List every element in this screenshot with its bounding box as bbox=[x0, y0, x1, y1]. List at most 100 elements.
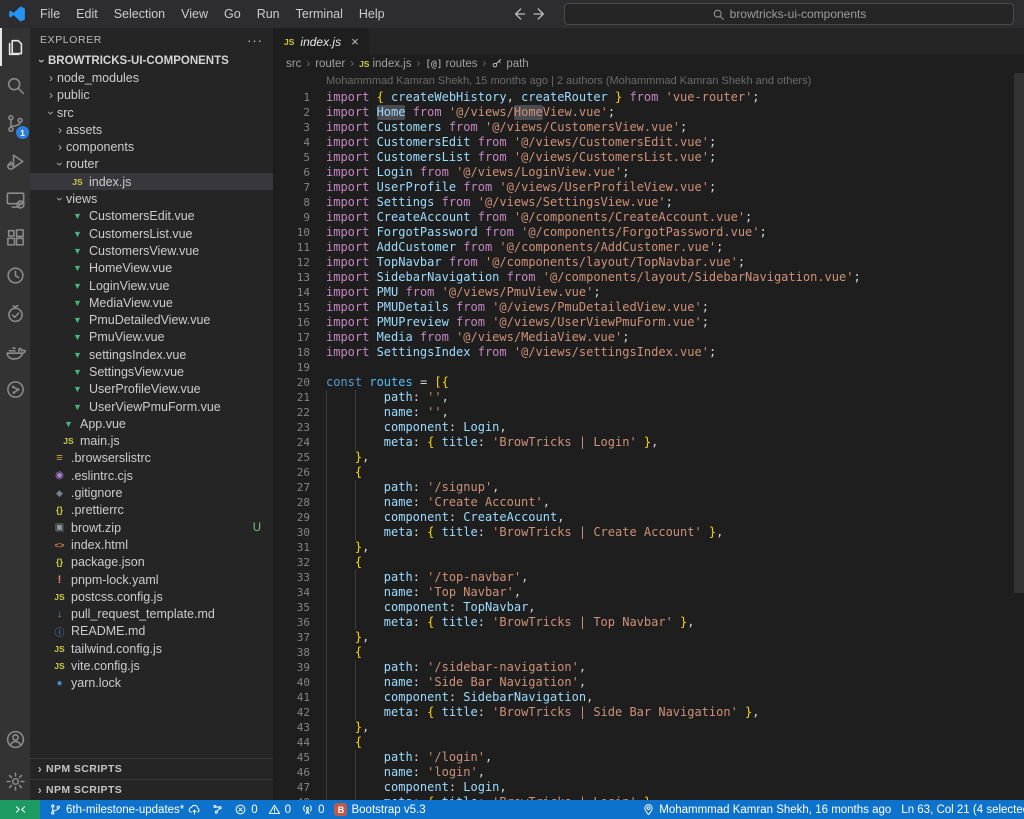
menu-terminal[interactable]: Terminal bbox=[288, 0, 351, 28]
code-line[interactable]: 44{ bbox=[274, 735, 1024, 750]
editor-scrollbar[interactable] bbox=[1014, 73, 1024, 593]
tree-item-pmudetailedview-vue[interactable]: ▼PmuDetailedView.vue bbox=[30, 311, 273, 328]
tree-item-public[interactable]: ›public bbox=[30, 87, 273, 104]
tree-item-customersview-vue[interactable]: ▼CustomersView.vue bbox=[30, 242, 273, 259]
tree-item--gitignore[interactable]: ◆.gitignore bbox=[30, 484, 273, 501]
problems-warnings[interactable]: 0 bbox=[263, 800, 296, 819]
line-number[interactable]: 39 bbox=[274, 660, 310, 675]
code-line[interactable]: 20const routes = [{ bbox=[274, 375, 1024, 390]
code-line[interactable]: 26{ bbox=[274, 465, 1024, 480]
code-line[interactable]: 24meta: { title: 'BrowTricks | Login' }, bbox=[274, 435, 1024, 450]
activitybar-accounts[interactable] bbox=[0, 720, 30, 758]
tree-item-src[interactable]: ›src bbox=[30, 104, 273, 121]
code-line[interactable]: 43}, bbox=[274, 720, 1024, 735]
line-number[interactable]: 30 bbox=[274, 525, 310, 540]
git-graph-status[interactable] bbox=[206, 800, 229, 819]
tree-item-package-json[interactable]: {}package.json bbox=[30, 554, 273, 571]
line-number[interactable]: 31 bbox=[274, 540, 310, 555]
line-number[interactable]: 38 bbox=[274, 645, 310, 660]
line-number[interactable]: 2 bbox=[274, 105, 310, 120]
tree-item-userviewpmuform-vue[interactable]: ▼UserViewPmuForm.vue bbox=[30, 398, 273, 415]
code-line[interactable]: 29component: CreateAccount, bbox=[274, 510, 1024, 525]
line-number[interactable]: 26 bbox=[274, 465, 310, 480]
code-line[interactable]: 39path: '/sidebar-navigation', bbox=[274, 660, 1024, 675]
line-number[interactable]: 35 bbox=[274, 600, 310, 615]
git-branch-status[interactable]: 6th-milestone-updates* bbox=[44, 800, 206, 819]
activitybar-source-control[interactable]: 1 bbox=[0, 104, 30, 142]
tree-item-postcss-config-js[interactable]: JSpostcss.config.js bbox=[30, 588, 273, 605]
line-number[interactable]: 46 bbox=[274, 765, 310, 780]
tree-item-browtricks-ui-components[interactable]: ›BROWTRICKS-UI-COMPONENTS bbox=[30, 52, 273, 69]
code-line[interactable]: 17import Media from '@/views/MediaView.v… bbox=[274, 330, 1024, 345]
line-number[interactable]: 44 bbox=[274, 735, 310, 750]
tree-item-index-js[interactable]: JSindex.js bbox=[30, 173, 273, 190]
activitybar-manage-settings[interactable] bbox=[0, 762, 30, 800]
activitybar-extensions[interactable] bbox=[0, 218, 30, 256]
tree-item--prettierrc[interactable]: {}.prettierrc bbox=[30, 502, 273, 519]
code-line[interactable]: 19 bbox=[274, 360, 1024, 375]
menu-run[interactable]: Run bbox=[249, 0, 288, 28]
tree-item-index-html[interactable]: <>index.html bbox=[30, 536, 273, 553]
code-line[interactable]: 46name: 'login', bbox=[274, 765, 1024, 780]
menu-help[interactable]: Help bbox=[351, 0, 393, 28]
tree-item-settingsindex-vue[interactable]: ▼settingsIndex.vue bbox=[30, 346, 273, 363]
code-line[interactable]: 45path: '/login', bbox=[274, 750, 1024, 765]
line-number[interactable]: 19 bbox=[274, 360, 310, 375]
code-line[interactable]: 42meta: { title: 'BrowTricks | Side Bar … bbox=[274, 705, 1024, 720]
activitybar-explorer[interactable] bbox=[0, 28, 30, 66]
line-number[interactable]: 27 bbox=[274, 480, 310, 495]
code-line[interactable]: 36meta: { title: 'BrowTricks | Top Navba… bbox=[274, 615, 1024, 630]
activitybar-docker[interactable] bbox=[0, 332, 30, 370]
line-number[interactable]: 34 bbox=[274, 585, 310, 600]
line-number[interactable]: 7 bbox=[274, 180, 310, 195]
command-search-box[interactable]: browtricks-ui-components bbox=[564, 3, 1014, 25]
line-number[interactable]: 24 bbox=[274, 435, 310, 450]
line-number[interactable]: 32 bbox=[274, 555, 310, 570]
line-number[interactable]: 11 bbox=[274, 240, 310, 255]
cursor-position[interactable]: Ln 63, Col 21 (4 selected) bbox=[896, 800, 1024, 819]
remote-indicator[interactable] bbox=[0, 800, 40, 819]
tree-item-main-js[interactable]: JSmain.js bbox=[30, 433, 273, 450]
line-number[interactable]: 47 bbox=[274, 780, 310, 795]
line-number[interactable]: 20 bbox=[274, 375, 310, 390]
line-number[interactable]: 14 bbox=[274, 285, 310, 300]
code-line[interactable]: 28name: 'Create Account', bbox=[274, 495, 1024, 510]
tree-item-pnpm-lock-yaml[interactable]: !pnpm-lock.yaml bbox=[30, 571, 273, 588]
forward-arrow-icon[interactable] bbox=[532, 5, 550, 23]
tree-item--browserslistrc[interactable]: ≡.browserslistrc bbox=[30, 450, 273, 467]
code-line[interactable]: 7import UserProfile from '@/views/UserPr… bbox=[274, 180, 1024, 195]
problems-errors[interactable]: 0 bbox=[229, 800, 262, 819]
line-number[interactable]: 37 bbox=[274, 630, 310, 645]
code-line[interactable]: 21path: '', bbox=[274, 390, 1024, 405]
line-number[interactable]: 21 bbox=[274, 390, 310, 405]
breadcrumb-path[interactable]: path bbox=[491, 57, 528, 72]
menu-go[interactable]: Go bbox=[216, 0, 249, 28]
code-line[interactable]: 13import SidebarNavigation from '@/compo… bbox=[274, 270, 1024, 285]
tree-item-mediaview-vue[interactable]: ▼MediaView.vue bbox=[30, 294, 273, 311]
line-number[interactable]: 3 bbox=[274, 120, 310, 135]
code-line[interactable]: 8import Settings from '@/views/SettingsV… bbox=[274, 195, 1024, 210]
tree-item-views[interactable]: ›views bbox=[30, 190, 273, 207]
code-line[interactable]: 31}, bbox=[274, 540, 1024, 555]
tree-item-node-modules[interactable]: ›node_modules bbox=[30, 69, 273, 86]
activitybar-remote-explorer[interactable] bbox=[0, 180, 30, 218]
line-number[interactable]: 16 bbox=[274, 315, 310, 330]
section-npm-scripts-1[interactable]: ›NPM SCRIPTS bbox=[30, 779, 273, 800]
code-line[interactable]: 3import Customers from '@/views/Customer… bbox=[274, 120, 1024, 135]
line-number[interactable]: 6 bbox=[274, 165, 310, 180]
code-line[interactable]: 25}, bbox=[274, 450, 1024, 465]
menu-file[interactable]: File bbox=[32, 0, 68, 28]
bootstrap-status[interactable]: BBootstrap v5.3 bbox=[329, 800, 430, 819]
line-number[interactable]: 4 bbox=[274, 135, 310, 150]
line-number[interactable]: 5 bbox=[274, 150, 310, 165]
line-number[interactable]: 18 bbox=[274, 345, 310, 360]
line-number[interactable]: 17 bbox=[274, 330, 310, 345]
tree-item--eslintrc-cjs[interactable]: ◉.eslintrc.cjs bbox=[30, 467, 273, 484]
tree-item-tailwind-config-js[interactable]: JStailwind.config.js bbox=[30, 640, 273, 657]
code-line[interactable]: 41component: SidebarNavigation, bbox=[274, 690, 1024, 705]
tree-item-customerslist-vue[interactable]: ▼CustomersList.vue bbox=[30, 225, 273, 242]
line-number[interactable]: 10 bbox=[274, 225, 310, 240]
tree-item-settingsview-vue[interactable]: ▼SettingsView.vue bbox=[30, 363, 273, 380]
tree-item-app-vue[interactable]: ▼App.vue bbox=[30, 415, 273, 432]
code-line[interactable]: 10import ForgotPassword from '@/componen… bbox=[274, 225, 1024, 240]
